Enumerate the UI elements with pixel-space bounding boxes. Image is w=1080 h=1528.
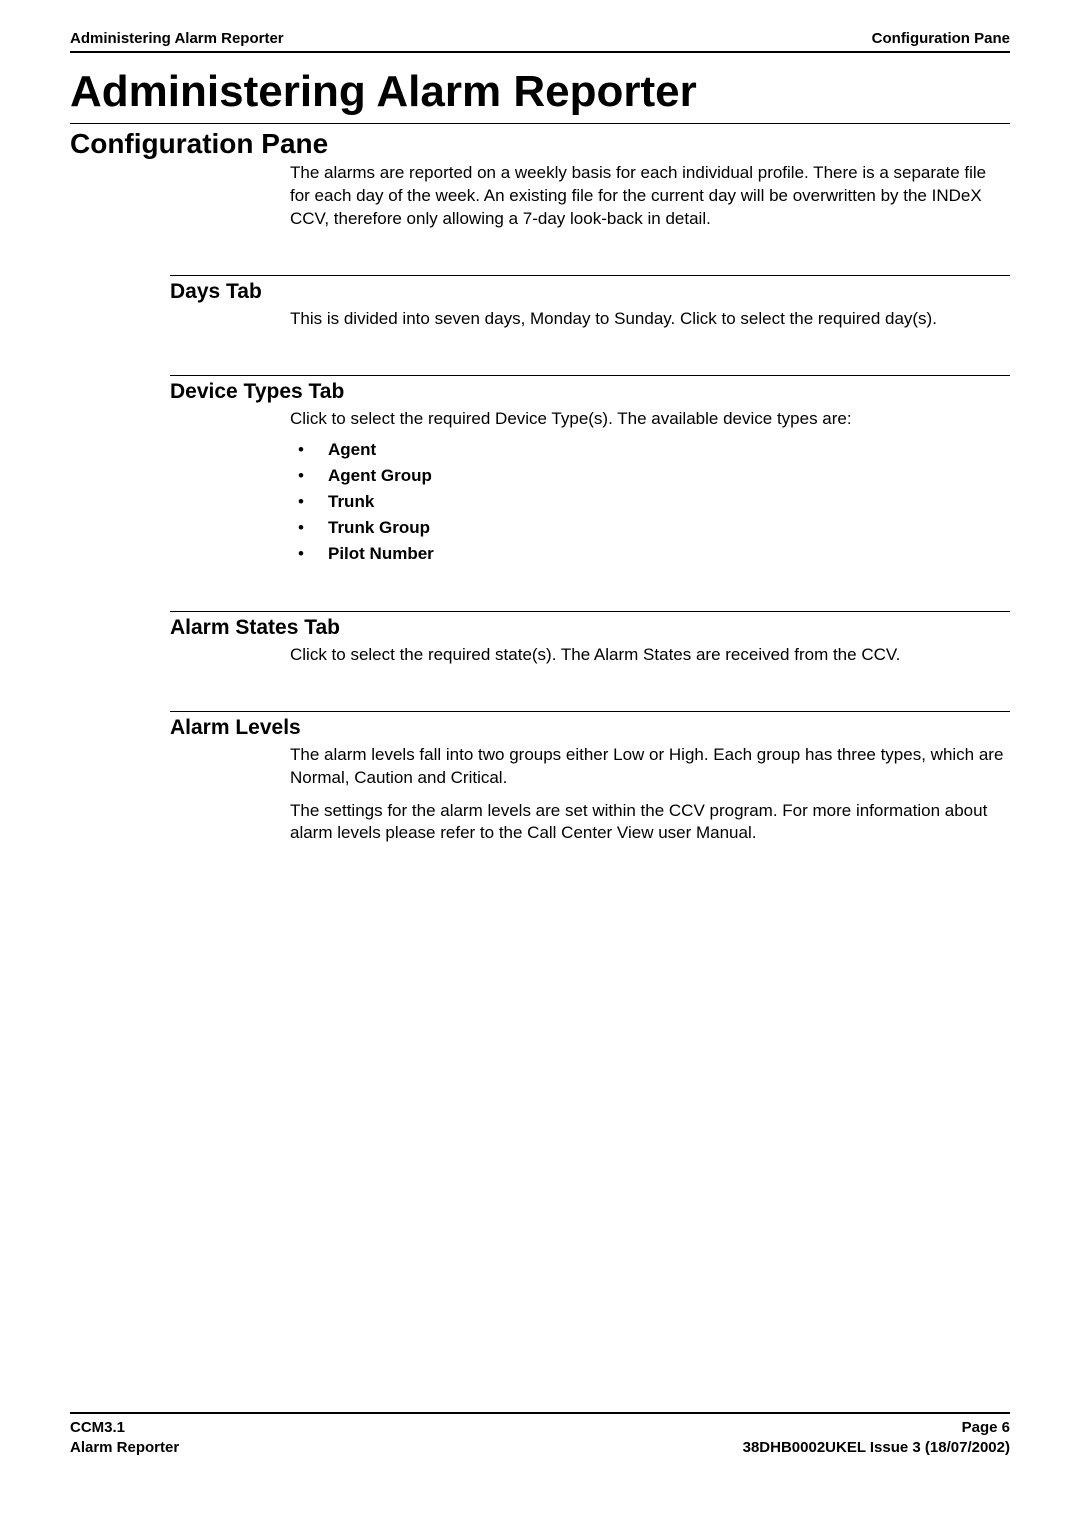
main-title: Administering Alarm Reporter bbox=[70, 67, 1010, 124]
days-tab-text: This is divided into seven days, Monday … bbox=[290, 308, 1010, 331]
section-heading-configuration-pane: Configuration Pane bbox=[70, 128, 1010, 160]
section-alarm-levels: Alarm Levels The alarm levels fall into … bbox=[170, 711, 1010, 846]
device-types-list: Agent Agent Group Trunk Trunk Group Pilo… bbox=[290, 437, 1010, 567]
section-rule bbox=[170, 611, 1010, 612]
heading-alarm-levels: Alarm Levels bbox=[170, 716, 1010, 740]
list-item: Trunk bbox=[290, 489, 1010, 515]
section-rule bbox=[170, 375, 1010, 376]
heading-device-types-tab: Device Types Tab bbox=[170, 380, 1010, 404]
list-item: Agent Group bbox=[290, 463, 1010, 489]
page-header: Administering Alarm Reporter Configurati… bbox=[70, 30, 1010, 53]
alarm-levels-para1: The alarm levels fall into two groups ei… bbox=[290, 744, 1010, 790]
footer-right: Page 6 38DHB0002UKEL Issue 3 (18/07/2002… bbox=[743, 1418, 1010, 1459]
page-footer: CCM3.1 Alarm Reporter Page 6 38DHB0002UK… bbox=[70, 1412, 1010, 1459]
header-left: Administering Alarm Reporter bbox=[70, 30, 284, 47]
footer-right-line1: Page 6 bbox=[743, 1418, 1010, 1438]
footer-right-line2: 38DHB0002UKEL Issue 3 (18/07/2002) bbox=[743, 1438, 1010, 1458]
heading-days-tab: Days Tab bbox=[170, 280, 1010, 304]
footer-left-line1: CCM3.1 bbox=[70, 1418, 179, 1438]
section-rule bbox=[170, 711, 1010, 712]
alarm-levels-para2: The settings for the alarm levels are se… bbox=[290, 800, 1010, 846]
intro-paragraph: The alarms are reported on a weekly basi… bbox=[290, 162, 1010, 231]
section-alarm-states-tab: Alarm States Tab Click to select the req… bbox=[170, 611, 1010, 667]
device-types-text: Click to select the required Device Type… bbox=[290, 408, 1010, 431]
section-rule bbox=[170, 275, 1010, 276]
section-device-types-tab: Device Types Tab Click to select the req… bbox=[170, 375, 1010, 567]
list-item: Pilot Number bbox=[290, 541, 1010, 567]
section-days-tab: Days Tab This is divided into seven days… bbox=[170, 275, 1010, 331]
list-item: Trunk Group bbox=[290, 515, 1010, 541]
alarm-states-text: Click to select the required state(s). T… bbox=[290, 644, 1010, 667]
footer-left-line2: Alarm Reporter bbox=[70, 1438, 179, 1458]
list-item: Agent bbox=[290, 437, 1010, 463]
footer-left: CCM3.1 Alarm Reporter bbox=[70, 1418, 179, 1459]
header-right: Configuration Pane bbox=[872, 30, 1010, 47]
heading-alarm-states-tab: Alarm States Tab bbox=[170, 616, 1010, 640]
